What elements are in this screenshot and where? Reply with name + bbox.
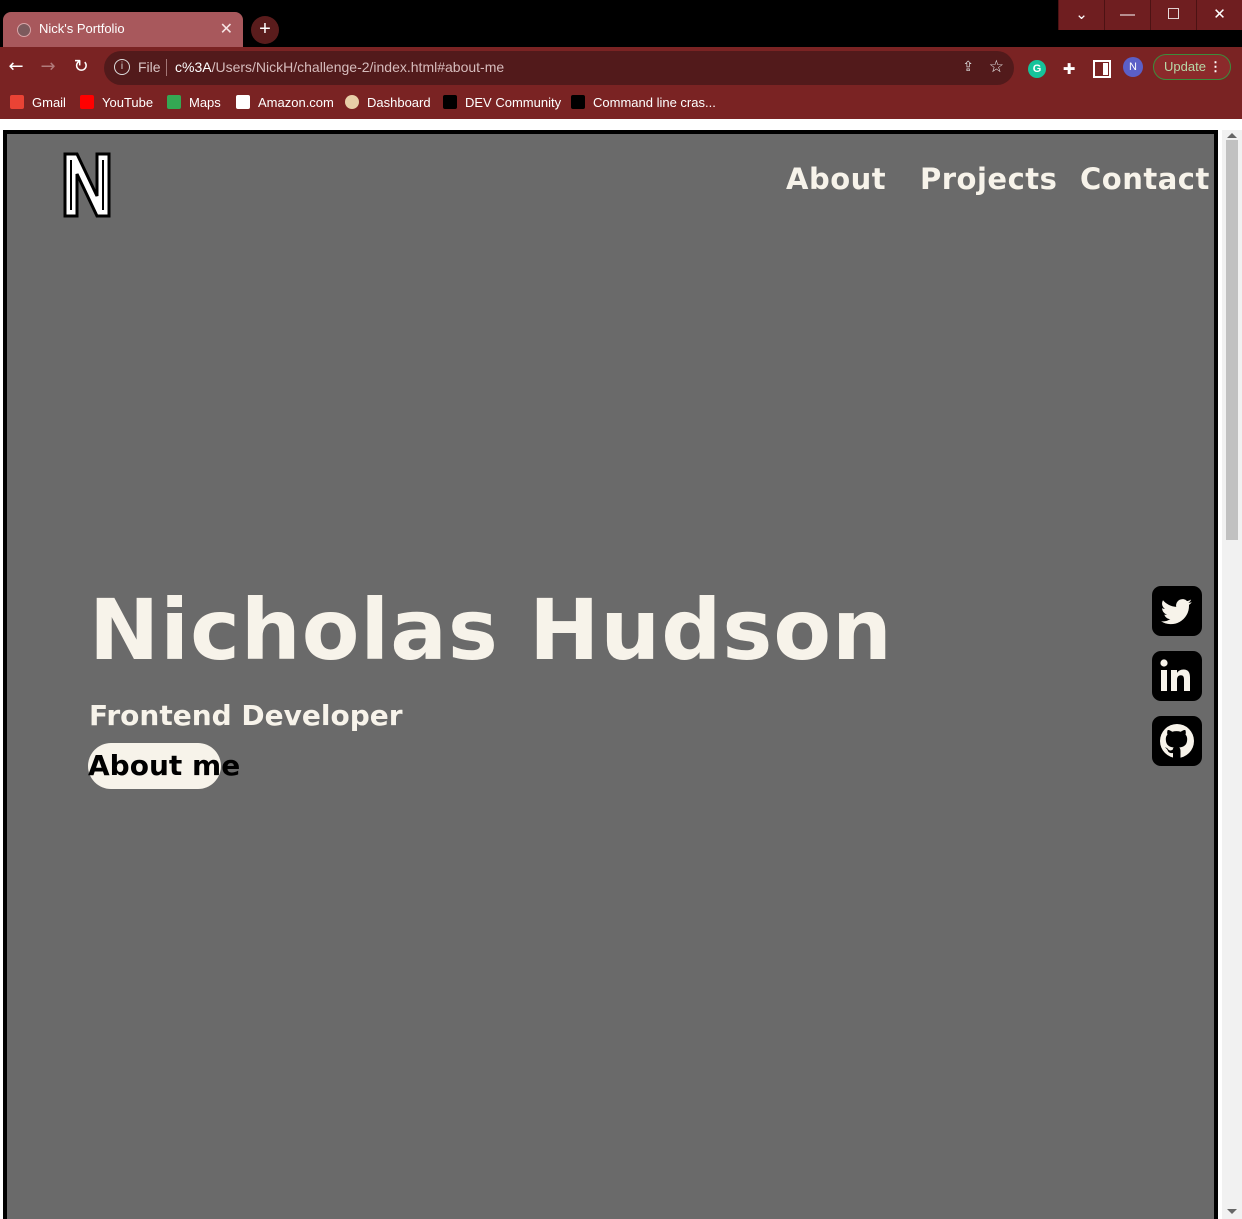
- bookmark-gmail[interactable]: Gmail: [10, 95, 66, 110]
- bookmark-dev-community[interactable]: DEV Community: [443, 95, 561, 110]
- bookmark-youtube[interactable]: YouTube: [80, 95, 153, 110]
- maximize-button[interactable]: ☐: [1150, 0, 1196, 30]
- menu-dots-icon: ⋮: [1209, 59, 1222, 74]
- twitter-link[interactable]: [1152, 586, 1202, 636]
- bookmark-amazon[interactable]: Amazon.com: [236, 95, 334, 110]
- github-icon: [1160, 724, 1194, 758]
- url-text[interactable]: c%3A/Users/NickH/challenge-2/index.html#…: [175, 59, 504, 75]
- profile-avatar[interactable]: N: [1123, 57, 1143, 77]
- twitter-icon: [1161, 599, 1192, 625]
- page-scrollbar[interactable]: [1222, 130, 1242, 1219]
- bookmark-dashboard[interactable]: Dashboard: [345, 95, 431, 110]
- side-panel-icon[interactable]: [1093, 60, 1111, 78]
- scrollbar-thumb[interactable]: [1226, 140, 1238, 540]
- new-tab-button[interactable]: +: [251, 16, 279, 44]
- scroll-up-arrow-icon[interactable]: [1227, 133, 1237, 138]
- tab-nicks-portfolio[interactable]: Nick's Portfolio ✕: [3, 12, 243, 47]
- url-separator: [166, 59, 167, 76]
- url-path: /Users/NickH/challenge-2/index.html#abou…: [211, 59, 505, 75]
- update-label: Update: [1164, 59, 1206, 74]
- nav-contact[interactable]: Contact: [1080, 162, 1210, 196]
- hero-role: Frontend Developer: [89, 699, 403, 732]
- grammarly-icon[interactable]: G: [1028, 60, 1046, 78]
- medium-icon: [571, 95, 585, 109]
- bookmark-maps[interactable]: Maps: [167, 95, 221, 110]
- maps-icon: [167, 95, 181, 109]
- globe-icon: [17, 23, 31, 37]
- update-button[interactable]: Update ⋮: [1153, 54, 1231, 80]
- nav-about[interactable]: About: [786, 162, 886, 196]
- back-arrow-icon[interactable]: ←: [5, 56, 27, 78]
- scroll-down-arrow-icon[interactable]: [1227, 1209, 1237, 1214]
- browser-toolbar: ← → ↻ i File c%3A/Users/NickH/challenge-…: [0, 47, 1242, 89]
- portfolio-page: About Projects Contact Nicholas Hudson F…: [3, 130, 1218, 1219]
- linkedin-icon: [1160, 659, 1190, 691]
- site-logo[interactable]: [63, 152, 111, 218]
- bookmarks-bar: Gmail YouTube Maps Amazon.com Dashboard …: [0, 89, 1242, 119]
- extensions-icon[interactable]: ✚: [1060, 60, 1078, 78]
- hero-name: Nicholas Hudson: [89, 581, 893, 679]
- github-link[interactable]: [1152, 716, 1202, 766]
- linkedin-link[interactable]: [1152, 651, 1202, 701]
- amazon-icon: [236, 95, 250, 109]
- dev-icon: [443, 95, 457, 109]
- forward-arrow-icon[interactable]: →: [37, 56, 59, 78]
- url-host: c%3A: [175, 59, 212, 75]
- close-window-button[interactable]: ✕: [1196, 0, 1242, 30]
- youtube-icon: [80, 95, 94, 109]
- info-icon[interactable]: i: [114, 59, 130, 75]
- bookmark-star-icon[interactable]: ☆: [989, 57, 1004, 77]
- title-bar: Nick's Portfolio ✕ + ⌄ — ☐ ✕: [0, 0, 1242, 47]
- dashboard-icon: [345, 95, 359, 109]
- tab-close-icon[interactable]: ✕: [220, 19, 233, 39]
- minimize-button[interactable]: —: [1104, 0, 1150, 30]
- share-icon[interactable]: ⇪: [962, 59, 974, 75]
- bookmark-command-line[interactable]: Command line cras...: [571, 95, 716, 110]
- about-me-button[interactable]: About me: [88, 743, 240, 789]
- url-scheme: File: [138, 59, 161, 75]
- address-bar[interactable]: i File c%3A/Users/NickH/challenge-2/inde…: [104, 51, 1014, 85]
- gmail-icon: [10, 95, 24, 109]
- nav-projects[interactable]: Projects: [920, 162, 1057, 196]
- reload-icon[interactable]: ↻: [70, 56, 92, 78]
- tab-title: Nick's Portfolio: [39, 21, 125, 36]
- tab-search-button[interactable]: ⌄: [1058, 0, 1104, 30]
